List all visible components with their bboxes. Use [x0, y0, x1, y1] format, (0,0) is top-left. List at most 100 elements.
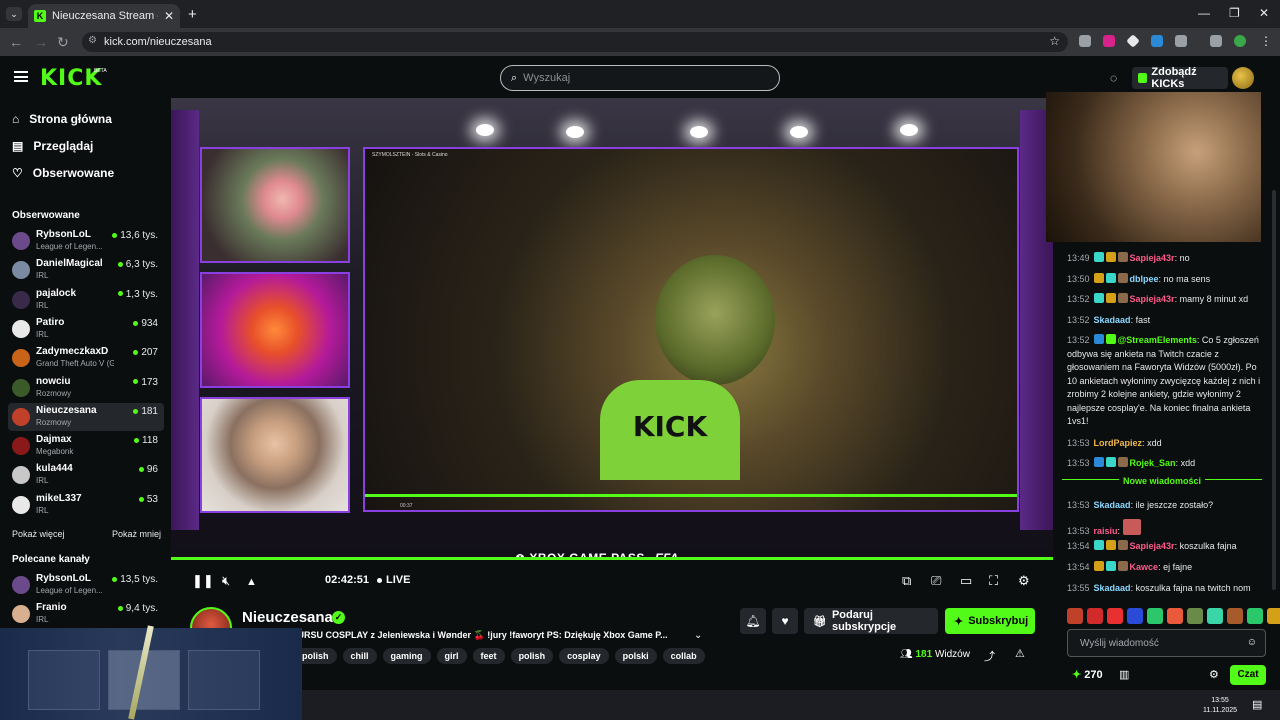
back-button[interactable]: ← [9, 34, 23, 50]
sidebar-channel-item[interactable]: kula444 IRL 96 [8, 461, 164, 489]
stream-tag[interactable]: feet [472, 648, 505, 664]
puzzle-icon[interactable] [1175, 35, 1187, 47]
restore-window-button[interactable]: ❐ [1229, 6, 1240, 20]
browser-tab[interactable]: K Nieuczesana Stream - Watch Li... ✕ [28, 4, 180, 28]
emote-icon[interactable] [1267, 608, 1280, 624]
sidebar-nav-item[interactable]: ⌂ Strona główna [12, 112, 112, 126]
fullscreen-icon[interactable]: ⛶ [989, 573, 998, 589]
channel-name[interactable]: Nieuczesana [242, 609, 333, 626]
recommended-section-title: Polecane kanały [12, 554, 90, 565]
follow-heart-icon[interactable]: ♥ [772, 608, 798, 634]
show-less-button[interactable]: Pokaż mniej [112, 529, 161, 539]
site-info-icon[interactable]: ⚙ [88, 35, 97, 46]
sidebar-channel-item[interactable]: Patiro IRL 934 [8, 315, 164, 343]
new-messages-divider[interactable]: Nowe wiadomości [1062, 476, 1262, 491]
stream-tag[interactable]: collab [662, 648, 705, 664]
stream-tag[interactable]: gaming [382, 648, 431, 664]
emoji-icon[interactable]: ☺ [1247, 637, 1257, 648]
close-window-button[interactable]: ✕ [1259, 6, 1269, 20]
sidebar-channel-item[interactable]: ZadymeczkaxD Grand Theft Auto V (G... 207 [8, 344, 164, 372]
chat-username[interactable]: Skadaad [1094, 583, 1131, 593]
stream-tag[interactable]: polish [510, 648, 554, 664]
clip-icon[interactable]: ⎚ [931, 573, 941, 589]
chat-username[interactable]: Kawce [1130, 562, 1159, 572]
emote-icon[interactable] [1247, 608, 1263, 624]
tab-search-button[interactable]: ⌄ [6, 7, 22, 21]
user-avatar[interactable] [1232, 67, 1254, 89]
sidebar-channel-item[interactable]: Dajmax Megabonk 118 [8, 432, 164, 460]
gift-subscription-button[interactable]: 🎁︎ Podaruj subskrypcje [804, 608, 938, 634]
notification-bell-icon[interactable]: 🔔︎ [740, 608, 766, 634]
bookmark-star-icon[interactable]: ☆ [1049, 34, 1060, 48]
share-icon[interactable]: ⤴ [984, 648, 995, 664]
expand-title-chevron-icon[interactable]: ⌄ [694, 630, 702, 641]
chat-username[interactable]: LordPapiez [1094, 438, 1143, 448]
extension-icon[interactable] [1079, 35, 1091, 47]
sidebar-channel-item[interactable]: RybsonLoL League of Legen... 13,6 tys. [8, 227, 164, 255]
sidebar-channel-item[interactable]: mikeL337 IRL 53 [8, 491, 164, 519]
browser-menu-icon[interactable]: ⋮ [1260, 34, 1272, 48]
channel-points[interactable]: ✦ 270 [1072, 668, 1103, 681]
chat-username[interactable]: Rojek_San [1130, 458, 1176, 468]
menu-hamburger-icon[interactable] [14, 71, 28, 82]
live-badge[interactable]: LIVE [377, 574, 410, 586]
emote-icon[interactable] [1187, 608, 1203, 624]
settings-gear-icon[interactable]: ⚙ [1018, 573, 1030, 589]
send-chat-button[interactable]: Czat [1230, 665, 1266, 685]
emote-icon[interactable] [1087, 608, 1103, 624]
emote-icon[interactable] [1067, 608, 1083, 624]
emote-icon[interactable] [1127, 608, 1143, 624]
sidebar-channel-item[interactable]: DanielMagical IRL 6,3 tys. [8, 256, 164, 284]
sidebar-channel-item[interactable]: Nieuczesana Rozmowy 181 [8, 402, 164, 431]
emote-icon[interactable] [1147, 608, 1163, 624]
store-icon[interactable]: ▥ [1119, 668, 1129, 681]
profile-icon[interactable] [1234, 35, 1246, 47]
show-more-button[interactable]: Pokaż więcej [12, 529, 65, 539]
chat-username[interactable]: @StreamElements [1118, 335, 1197, 345]
chat-username[interactable]: Skadaad [1094, 315, 1131, 325]
theater-mode-icon[interactable]: ▭ [960, 573, 972, 589]
system-clock[interactable]: 13:55 11.11.2025 [1203, 696, 1237, 716]
mute-icon[interactable]: 🔇︎ [222, 573, 230, 589]
chat-username[interactable]: Sapieja43r [1130, 294, 1175, 304]
chat-username[interactable]: Skadaad [1094, 500, 1131, 510]
emote-icon[interactable] [1227, 608, 1243, 624]
chat-username[interactable]: dblpee [1130, 274, 1159, 284]
stream-tag[interactable]: cosplay [559, 648, 609, 664]
url-field[interactable]: ⚙ kick.com/nieuczesana ☆ [82, 32, 1068, 52]
report-warning-icon[interactable]: ⚠ [1015, 647, 1025, 660]
extension-icon[interactable] [1103, 35, 1115, 47]
new-tab-button[interactable]: + [188, 6, 197, 23]
sidebar-channel-item[interactable]: RybsonLoL League of Legen... 13,5 tys. [8, 571, 164, 599]
emote-icon[interactable] [1107, 608, 1123, 624]
chat-settings-gear-icon[interactable]: ⚙ [1209, 668, 1219, 681]
stream-tag[interactable]: chill [342, 648, 377, 664]
stream-tag[interactable]: polski [614, 648, 657, 664]
reload-button[interactable]: ↻ [57, 34, 69, 51]
pause-icon[interactable]: ❚❚ [192, 573, 214, 589]
chat-bubble-icon[interactable]: ◌ [1110, 71, 1117, 85]
get-kicks-button[interactable]: Zdobądź KICKs [1132, 66, 1228, 90]
emote-icon[interactable] [1207, 608, 1223, 624]
minimize-window-button[interactable]: — [1198, 6, 1210, 20]
pip-icon[interactable]: ⧉ [902, 573, 911, 589]
sidebar-nav-item[interactable]: ▤ Przeglądaj [12, 139, 93, 153]
close-tab-icon[interactable]: ✕ [164, 9, 174, 23]
chat-username[interactable]: raisiu [1094, 526, 1118, 536]
stream-tag[interactable]: girl [436, 648, 467, 664]
sidebar-channel-item[interactable]: nowciu Rozmowy 173 [8, 374, 164, 402]
emote-icon[interactable] [1167, 608, 1183, 624]
chat-message-input[interactable]: Wyślij wiadomość ☺ [1067, 629, 1266, 657]
reading-list-icon[interactable] [1210, 35, 1222, 47]
search-input[interactable]: ⌕ Wyszukaj [500, 65, 780, 91]
sidebar-channel-item[interactable]: pajalock IRL 1,3 tys. [8, 286, 164, 314]
chat-scrollbar[interactable] [1272, 190, 1276, 590]
forward-button[interactable]: → [34, 34, 48, 50]
extension-icon[interactable] [1151, 35, 1163, 47]
sidebar-nav-item[interactable]: ♡ Obserwowane [12, 166, 114, 180]
chat-username[interactable]: Sapieja43r [1130, 253, 1175, 263]
chat-username[interactable]: Sapieja43r [1130, 541, 1175, 551]
notification-center-icon[interactable]: ▤ [1252, 698, 1262, 711]
subscribe-button[interactable]: ✦ Subskrybuj [945, 608, 1035, 634]
sidebar-channel-item[interactable]: Franio IRL 9,4 tys. [8, 600, 164, 628]
